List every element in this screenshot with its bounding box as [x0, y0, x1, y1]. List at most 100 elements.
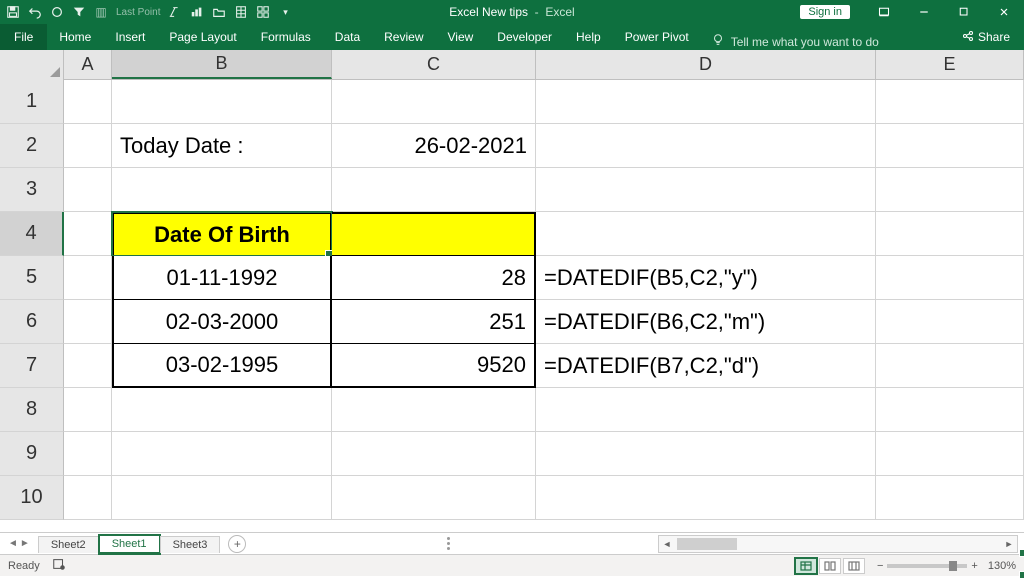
view-normal-icon[interactable]	[795, 558, 817, 574]
tell-me-search[interactable]: Tell me what you want to do	[701, 33, 889, 50]
cell-a2[interactable]	[64, 124, 112, 168]
cell-b7[interactable]: 03-02-1995	[112, 344, 332, 388]
cell-a5[interactable]	[64, 256, 112, 300]
cell-b5[interactable]: 01-11-1992	[112, 256, 332, 300]
tab-data[interactable]: Data	[323, 24, 372, 50]
row-header-2[interactable]: 2	[0, 124, 64, 168]
horizontal-scrollbar[interactable]: ◄ ►	[658, 535, 1018, 553]
sheet-nav-next-icon[interactable]: ►	[20, 538, 30, 549]
col-header-e[interactable]: E	[876, 50, 1024, 79]
row-header-10[interactable]: 10	[0, 476, 64, 520]
cell-a10[interactable]	[64, 476, 112, 520]
tool-icon[interactable]: ▥	[94, 5, 108, 19]
row-header-9[interactable]: 9	[0, 432, 64, 476]
cell-a8[interactable]	[64, 388, 112, 432]
cell-b2[interactable]: Today Date :	[112, 124, 332, 168]
circle-icon[interactable]	[50, 5, 64, 19]
cell-e1[interactable]	[876, 80, 1024, 124]
zoom-in-button[interactable]: +	[971, 560, 977, 572]
cell-a6[interactable]	[64, 300, 112, 344]
cell-e4[interactable]	[876, 212, 1024, 256]
row-header-8[interactable]: 8	[0, 388, 64, 432]
zoom-slider[interactable]	[887, 564, 967, 568]
new-sheet-button[interactable]: +	[228, 535, 246, 553]
cell-e7[interactable]	[876, 344, 1024, 388]
cell-c9[interactable]	[332, 432, 536, 476]
sheet-nav-arrows[interactable]: ◄ ►	[0, 538, 38, 549]
row-header-1[interactable]: 1	[0, 80, 64, 124]
filter-icon[interactable]	[72, 5, 86, 19]
undo-icon[interactable]	[28, 5, 42, 19]
tab-home[interactable]: Home	[47, 24, 103, 50]
tab-power-pivot[interactable]: Power Pivot	[613, 24, 701, 50]
cell-b6[interactable]: 02-03-2000	[112, 300, 332, 344]
view-page-layout-icon[interactable]	[819, 558, 841, 574]
cell-c4[interactable]	[332, 212, 536, 256]
sheet-tab-sheet1[interactable]: Sheet1	[99, 535, 160, 554]
col-header-b[interactable]: B	[112, 50, 332, 79]
scroll-left-icon[interactable]: ◄	[659, 539, 675, 549]
cell-b8[interactable]	[112, 388, 332, 432]
cell-e3[interactable]	[876, 168, 1024, 212]
insert-fn-icon[interactable]	[168, 5, 182, 19]
cell-d5[interactable]: =DATEDIF(B5,C2,"y")	[536, 256, 876, 300]
qat-customize-icon[interactable]: ▾	[278, 5, 292, 19]
ribbon-options-icon[interactable]	[864, 0, 904, 24]
close-icon[interactable]	[984, 0, 1024, 24]
col-header-d[interactable]: D	[536, 50, 876, 79]
save-icon[interactable]	[6, 5, 20, 19]
row-header-3[interactable]: 3	[0, 168, 64, 212]
cell-e6[interactable]	[876, 300, 1024, 344]
tab-formulas[interactable]: Formulas	[249, 24, 323, 50]
cell-b9[interactable]	[112, 432, 332, 476]
col-header-c[interactable]: C	[332, 50, 536, 79]
cell-c10[interactable]	[332, 476, 536, 520]
cell-c1[interactable]	[332, 80, 536, 124]
cell-a4[interactable]	[64, 212, 112, 256]
sheet-tab-sheet3[interactable]: Sheet3	[160, 536, 221, 553]
cell-d1[interactable]	[536, 80, 876, 124]
cell-e9[interactable]	[876, 432, 1024, 476]
cell-e10[interactable]	[876, 476, 1024, 520]
zoom-out-button[interactable]: −	[877, 560, 883, 572]
cell-a7[interactable]	[64, 344, 112, 388]
cell-d8[interactable]	[536, 388, 876, 432]
row-header-7[interactable]: 7	[0, 344, 64, 388]
select-all-corner[interactable]	[0, 50, 64, 80]
cell-c6[interactable]: 251	[332, 300, 536, 344]
row-header-6[interactable]: 6	[0, 300, 64, 344]
cell-e2[interactable]	[876, 124, 1024, 168]
sheet-icon[interactable]	[234, 5, 248, 19]
sheet-tab-sheet2[interactable]: Sheet2	[38, 536, 99, 553]
cell-c3[interactable]	[332, 168, 536, 212]
macro-record-icon[interactable]	[52, 557, 66, 574]
sheet-nav-prev-icon[interactable]: ◄	[8, 538, 18, 549]
minimize-icon[interactable]	[904, 0, 944, 24]
tab-page-layout[interactable]: Page Layout	[157, 24, 248, 50]
cell-d9[interactable]	[536, 432, 876, 476]
cell-b1[interactable]	[112, 80, 332, 124]
row-header-4[interactable]: 4	[0, 212, 64, 256]
cell-d3[interactable]	[536, 168, 876, 212]
scroll-thumb[interactable]	[677, 538, 737, 550]
row-header-5[interactable]: 5	[0, 256, 64, 300]
sign-in-button[interactable]: Sign in	[800, 5, 850, 19]
cell-a9[interactable]	[64, 432, 112, 476]
maximize-icon[interactable]	[944, 0, 984, 24]
chart-icon[interactable]	[190, 5, 204, 19]
tab-developer[interactable]: Developer	[485, 24, 564, 50]
cell-d2[interactable]	[536, 124, 876, 168]
tab-review[interactable]: Review	[372, 24, 435, 50]
tab-file[interactable]: File	[0, 24, 47, 50]
tab-view[interactable]: View	[436, 24, 486, 50]
cell-b4[interactable]: Date Of Birth	[112, 212, 332, 256]
cell-e8[interactable]	[876, 388, 1024, 432]
cell-c5[interactable]: 28	[332, 256, 536, 300]
tab-insert[interactable]: Insert	[103, 24, 157, 50]
cell-b10[interactable]	[112, 476, 332, 520]
cell-e5[interactable]	[876, 256, 1024, 300]
cell-d6[interactable]: =DATEDIF(B6,C2,"m")	[536, 300, 876, 344]
cell-d10[interactable]	[536, 476, 876, 520]
tab-scroll-split[interactable]	[447, 536, 453, 552]
cell-c8[interactable]	[332, 388, 536, 432]
